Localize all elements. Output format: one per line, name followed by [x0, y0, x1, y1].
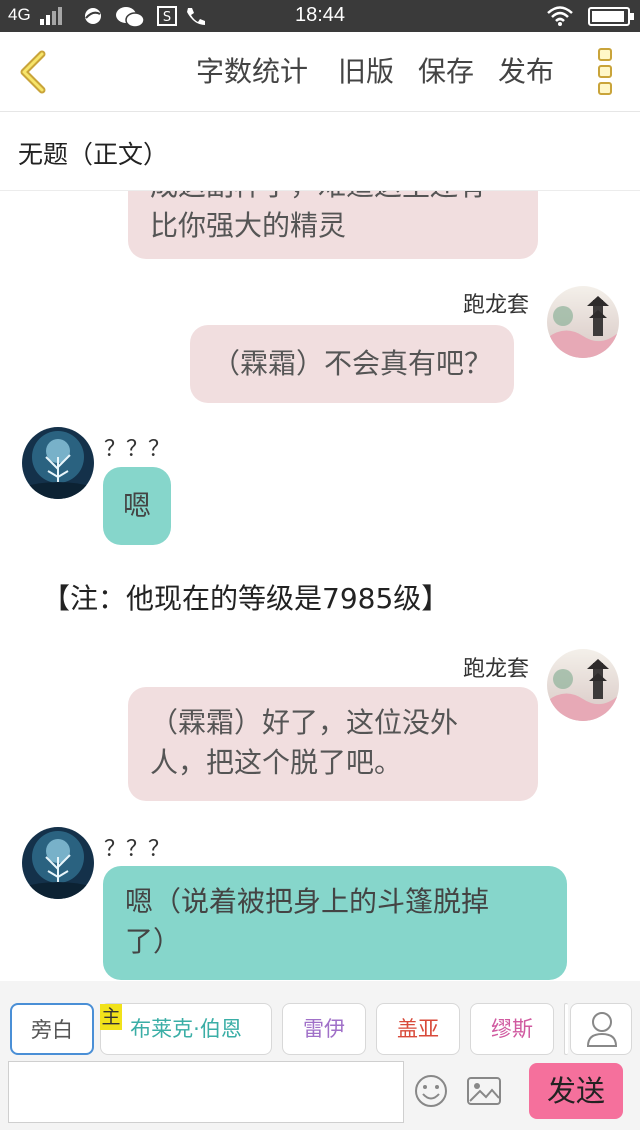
save-button[interactable]: 保存: [418, 54, 474, 90]
avatar[interactable]: [547, 649, 619, 721]
user-icon[interactable]: [570, 1003, 632, 1055]
chevron-left-icon[interactable]: [14, 50, 54, 94]
message-bubble[interactable]: （霖霜）好了，这位没外 人，把这个脱了吧。: [128, 687, 538, 801]
role-label: 旁白: [31, 1018, 73, 1042]
status-bar: 4G S 18:44: [0, 0, 640, 32]
role-label: 布莱克·伯恩: [130, 1017, 242, 1041]
send-button[interactable]: 发送: [529, 1063, 623, 1119]
message-bubble[interactable]: 嗯（说着被把身上的斗篷脱掉 了）: [103, 866, 567, 980]
speaker-name: 跑龙套: [463, 293, 530, 318]
role-ray[interactable]: 雷伊: [282, 1003, 366, 1055]
message-input[interactable]: [8, 1061, 404, 1123]
speaker-name: ？？？: [104, 437, 171, 462]
role-selector: 旁白 主 布莱克·伯恩 雷伊 盖亚 缪斯: [0, 981, 640, 1059]
more-vertical-icon[interactable]: [594, 48, 616, 98]
clock: 18:44: [294, 4, 346, 26]
message-bubble[interactable]: 成这副样子，难道这里还有 比你强大的精灵: [128, 191, 538, 259]
message-line: 嗯（说着被把身上的斗篷脱掉: [125, 885, 490, 918]
old-version-button[interactable]: 旧版: [338, 54, 394, 90]
role-gaia[interactable]: 盖亚: [376, 1003, 460, 1055]
battery-icon: [588, 7, 634, 26]
avatar[interactable]: [22, 827, 94, 899]
publish-button[interactable]: 发布: [498, 54, 554, 90]
message-line: 成这副样子，难道这里还有: [150, 191, 516, 206]
chapter-title-bar[interactable]: 无题（正文）: [0, 113, 640, 191]
editor-header: 字数统计 旧版 保存 发布: [0, 32, 640, 112]
message-line: （霖霜）好了，这位没外: [150, 706, 459, 739]
role-black-bern[interactable]: 布莱克·伯恩: [100, 1003, 272, 1055]
role-label: 雷伊: [303, 1017, 345, 1041]
message-bubble[interactable]: 嗯: [103, 467, 171, 545]
message-line: 人，把这个脱了吧。: [150, 746, 403, 779]
message-bubble[interactable]: （霖霜）不会真有吧？: [190, 325, 515, 403]
chapter-title: 无题（正文）: [18, 140, 169, 169]
image-icon[interactable]: [466, 1075, 502, 1107]
message-line: （霖霜）不会真有吧？: [212, 347, 493, 380]
input-bar: 发送: [0, 1059, 640, 1130]
message-line: 了）: [125, 925, 182, 958]
narration-note[interactable]: 【注：他现在的等级是7985级】: [42, 577, 449, 617]
speaker-name: ？？？: [104, 837, 171, 862]
message-line: 嗯: [122, 489, 151, 522]
role-label: 缪斯: [491, 1017, 533, 1041]
speaker-name: 跑龙套: [463, 657, 530, 682]
word-count-button[interactable]: 字数统计: [196, 54, 308, 90]
avatar[interactable]: [547, 286, 619, 358]
role-overflow[interactable]: [564, 1003, 568, 1055]
wifi-icon: [546, 5, 574, 27]
role-label: 盖亚: [397, 1017, 439, 1041]
avatar[interactable]: [22, 427, 94, 499]
role-muse[interactable]: 缪斯: [470, 1003, 554, 1055]
chat-area[interactable]: 成这副样子，难道这里还有 比你强大的精灵 跑龙套 （霖霜）不会真有吧？ ？？？ …: [0, 191, 640, 981]
role-narration[interactable]: 旁白: [10, 1003, 94, 1055]
message-line: 比你强大的精灵: [150, 209, 347, 242]
emoji-icon[interactable]: [413, 1073, 449, 1109]
main-role-tag: 主: [100, 1004, 122, 1030]
